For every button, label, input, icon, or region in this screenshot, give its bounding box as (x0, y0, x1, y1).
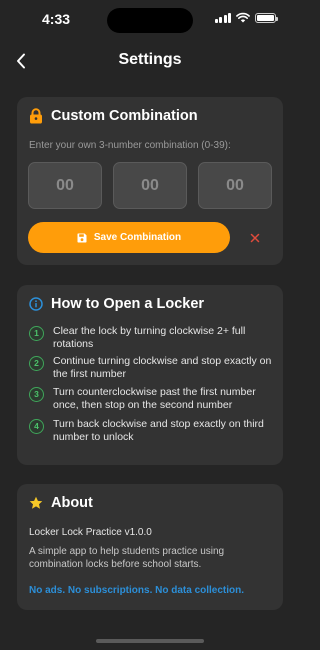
about-card: About Locker Lock Practice v1.0.0 A simp… (17, 484, 283, 610)
step-text: Clear the lock by turning clockwise 2+ f… (53, 325, 246, 350)
close-icon (250, 233, 260, 243)
home-indicator (96, 639, 204, 643)
step-item: 4 Turn back clockwise and stop exactly o… (29, 418, 274, 448)
dynamic-island (107, 8, 193, 33)
page-title: Settings (118, 51, 182, 68)
how-to-title: How to Open a Locker (51, 296, 205, 312)
app-version: Locker Lock Practice v1.0.0 (29, 527, 152, 538)
step-text: Turn back clockwise and stop exactly on … (53, 418, 264, 443)
status-time: 4:33 (42, 11, 71, 27)
step-item: 2 Continue turning clockwise and stop ex… (29, 355, 274, 386)
save-combination-label: Save Combination (93, 232, 182, 243)
clear-combination-button[interactable] (247, 230, 263, 246)
info-icon (29, 297, 43, 311)
custom-combination-card: Custom Combination Enter your own 3-numb… (17, 97, 283, 265)
steps-list: 1 Clear the lock by turning clockwise 2+… (29, 325, 274, 448)
privacy-note: No ads. No subscriptions. No data collec… (29, 585, 245, 596)
combination-hint: Enter your own 3-number combination (0-3… (29, 140, 231, 151)
step-number-badge: 4 (29, 419, 44, 434)
step-text: Turn counterclockwise past the first num… (53, 386, 256, 411)
how-to-card: How to Open a Locker 1 Clear the lock by… (17, 285, 283, 465)
floppy-disk-icon (77, 233, 87, 242)
combination-input-1[interactable]: 00 (28, 162, 102, 209)
wifi-icon (236, 12, 250, 23)
nav-bar: Settings (0, 44, 300, 76)
combination-input-2[interactable]: 00 (113, 162, 187, 209)
how-to-header: How to Open a Locker (29, 296, 204, 312)
status-icons (214, 12, 278, 23)
app-description: A simple app to help students practice u… (29, 546, 225, 570)
star-icon (29, 496, 43, 509)
step-number-badge: 3 (29, 387, 44, 402)
status-bar: 4:33 (0, 0, 300, 40)
lock-icon (30, 108, 42, 124)
step-number-badge: 1 (29, 326, 44, 341)
about-title: About (51, 495, 93, 511)
combination-input-3[interactable]: 00 (198, 162, 272, 209)
battery-icon (255, 12, 278, 23)
custom-combination-header: Custom Combination (29, 108, 198, 124)
save-combination-button[interactable]: Save Combination (28, 222, 230, 253)
combination-fields: 00 00 00 (28, 162, 272, 209)
signal-icon (214, 12, 231, 23)
custom-combination-title: Custom Combination (51, 108, 198, 124)
step-item: 3 Turn counterclockwise past the first n… (29, 386, 274, 418)
step-item: 1 Clear the lock by turning clockwise 2+… (29, 325, 274, 355)
about-header: About (29, 495, 93, 511)
step-number-badge: 2 (29, 356, 44, 371)
step-text: Continue turning clockwise and stop exac… (53, 355, 272, 380)
